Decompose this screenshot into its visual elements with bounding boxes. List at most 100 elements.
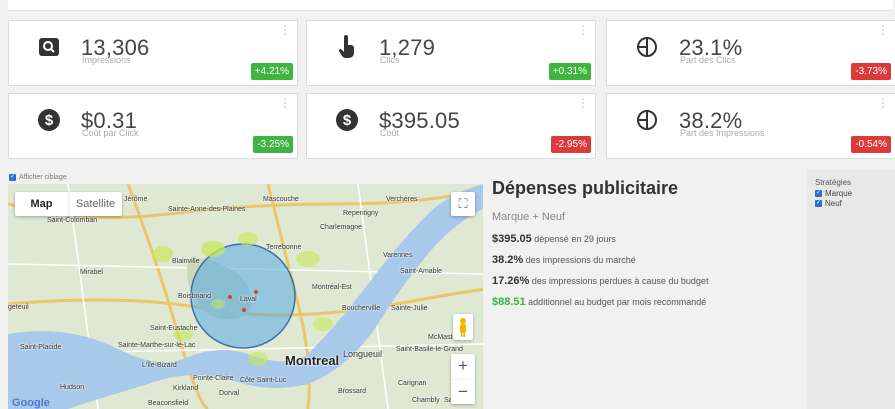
kebab-menu-icon[interactable]: ⋮ xyxy=(877,24,889,36)
trend-badge: -3.73% xyxy=(851,63,891,80)
strategies-panel: Stratégies ✓ Marque ✓ Neuf xyxy=(807,170,895,409)
map-label: Repentigny xyxy=(343,210,379,217)
kpi-label: Coût par Click xyxy=(82,128,139,138)
map-label: Mascouche xyxy=(263,196,299,203)
kpi-label: Impressions xyxy=(82,55,131,65)
map-label: Saint-Colomban xyxy=(47,217,98,224)
kpi-card-clics: 1,279 Clics ⋮ +0.31% xyxy=(306,20,596,86)
map-label: Saint-Eustache xyxy=(150,325,198,332)
kebab-menu-icon[interactable]: ⋮ xyxy=(577,97,589,109)
street-view-pegman-icon[interactable] xyxy=(453,314,473,340)
svg-text:$: $ xyxy=(343,112,352,129)
zoom-out-button[interactable]: − xyxy=(451,380,475,405)
kpi-label: Clics xyxy=(380,55,400,65)
summary-value: $88.51 xyxy=(492,296,526,308)
map-label: Verchères xyxy=(386,196,418,203)
checkbox-checked-icon[interactable]: ✓ xyxy=(815,190,822,197)
map-view[interactable]: Map Satellite ⛶ Jérôme Mascouche Verchèr… xyxy=(8,184,483,409)
pie-chart-icon xyxy=(633,33,661,61)
map-label: geteuil xyxy=(8,304,29,311)
map-label: Sainte-Anne-des-Plaines xyxy=(168,206,246,213)
zoom-in-button[interactable]: + xyxy=(451,354,475,380)
map-label: Boisbriand xyxy=(178,293,212,300)
map-label: Longueuil xyxy=(343,349,383,359)
spend-summary-panel: Dépenses publicitaire Marque + Neuf $395… xyxy=(492,176,802,317)
map-label: Chambly xyxy=(412,397,440,404)
summary-text: des impressions perdues à cause du budge… xyxy=(531,276,709,286)
kpi-card-part-clics: 23.1% Part des Clics ⋮ -3.73% xyxy=(606,20,895,86)
summary-value: 17.26% xyxy=(492,275,530,287)
map-label: Pointe-Claire xyxy=(193,375,234,382)
map-label: Blainville xyxy=(172,258,200,265)
summary-row: $88.51 additionnel au budget par mois re… xyxy=(492,296,802,308)
strategy-label: Marque xyxy=(825,189,853,198)
map-label: Saint-Placide xyxy=(20,344,62,351)
kpi-card-part-impressions: 38.2% Part des Impressions ⋮ -0.54% xyxy=(606,93,895,159)
map-label: Mirabel xyxy=(80,269,103,276)
kebab-menu-icon[interactable]: ⋮ xyxy=(577,24,589,36)
trend-badge: -0.54% xyxy=(851,136,891,153)
map-label: Terrebonne xyxy=(266,244,302,251)
map-label: Sainte-Julie xyxy=(391,305,428,312)
summary-value: $395.05 xyxy=(492,233,532,245)
strategy-option-marque[interactable]: ✓ Marque xyxy=(815,189,895,198)
map-label: L'Île-Bizard xyxy=(142,362,177,369)
kpi-label: Part des Impressions xyxy=(680,128,765,138)
kpi-card-impressions: 13,306 Impressions ⋮ +4.21% xyxy=(8,20,298,86)
map-label: Charlemagne xyxy=(320,224,363,231)
map-label: Laval xyxy=(240,296,257,303)
fullscreen-icon[interactable]: ⛶ xyxy=(451,192,475,216)
trend-badge: +4.21% xyxy=(250,63,293,80)
map-label: Dorval xyxy=(219,390,240,397)
strategy-option-neuf[interactable]: ✓ Neuf xyxy=(815,199,895,208)
map-label: Sainte-Marthe-sur-le-Lac xyxy=(118,342,196,349)
trend-badge: +0.31% xyxy=(548,63,591,80)
google-logo: Google xyxy=(12,397,50,409)
search-icon xyxy=(35,33,63,61)
map-label: Montreal xyxy=(285,353,340,368)
strategies-header: Stratégies xyxy=(815,178,852,187)
map-label: Beaconsfield xyxy=(148,400,189,407)
kpi-card-cout-par-click: $ $0.31 Coût par Click ⋮ -3.25% xyxy=(8,93,298,159)
satellite-button[interactable]: Satellite xyxy=(69,192,122,216)
map-label: Varennes xyxy=(383,252,413,259)
top-bar xyxy=(8,0,893,11)
map-button[interactable]: Map xyxy=(15,192,69,216)
strategy-label: Neuf xyxy=(825,199,842,208)
kpi-card-cout: $ $395.05 Coût ⋮ -2.95% xyxy=(306,93,596,159)
summary-row: 17.26% des impressions perdues à cause d… xyxy=(492,275,802,287)
pie-chart-icon xyxy=(633,106,661,134)
map-label: Côte Saint-Luc xyxy=(240,377,287,384)
map-label: Brossard xyxy=(338,388,367,395)
map-label: Boucherville xyxy=(342,305,381,312)
kpi-label: Coût xyxy=(380,128,400,138)
map-type-toggle[interactable]: Map Satellite xyxy=(15,192,122,216)
map-label: Jérôme xyxy=(124,196,148,203)
kebab-menu-icon[interactable]: ⋮ xyxy=(279,24,291,36)
afficher-ciblage-toggle[interactable]: ✓ Afficher ciblage xyxy=(9,174,67,181)
summary-text: des impressions du marché xyxy=(525,255,636,265)
summary-text: dépensé en 29 jours xyxy=(534,234,616,244)
summary-row: $395.05 dépensé en 29 jours xyxy=(492,233,802,245)
panel-subtitle: Marque + Neuf xyxy=(492,211,566,223)
panel-title: Dépenses publicitaire xyxy=(492,178,679,198)
kebab-menu-icon[interactable]: ⋮ xyxy=(877,97,889,109)
dollar-icon: $ xyxy=(35,106,63,134)
map-label: Kirkland xyxy=(173,385,199,392)
summary-row: 38.2% des impressions du marché xyxy=(492,254,802,266)
afficher-ciblage-label: Afficher ciblage xyxy=(19,174,67,181)
kebab-menu-icon[interactable]: ⋮ xyxy=(279,97,291,109)
svg-text:$: $ xyxy=(45,112,54,129)
checkbox-checked-icon[interactable]: ✓ xyxy=(9,174,16,181)
map-label: Montréal-Est xyxy=(312,284,352,291)
dollar-icon: $ xyxy=(333,106,361,134)
zoom-controls: + − xyxy=(451,354,475,404)
checkbox-checked-icon[interactable]: ✓ xyxy=(815,200,822,207)
trend-badge: -2.95% xyxy=(551,136,591,153)
map-label: Carignan xyxy=(398,380,427,387)
map-label: Hudson xyxy=(60,384,85,391)
trend-badge: -3.25% xyxy=(253,136,293,153)
map-label: Saint-Amable xyxy=(400,268,443,275)
map-label: Saint-Basile-le-Grand xyxy=(396,346,463,353)
summary-text: additionnel au budget par mois recommand… xyxy=(528,297,707,307)
